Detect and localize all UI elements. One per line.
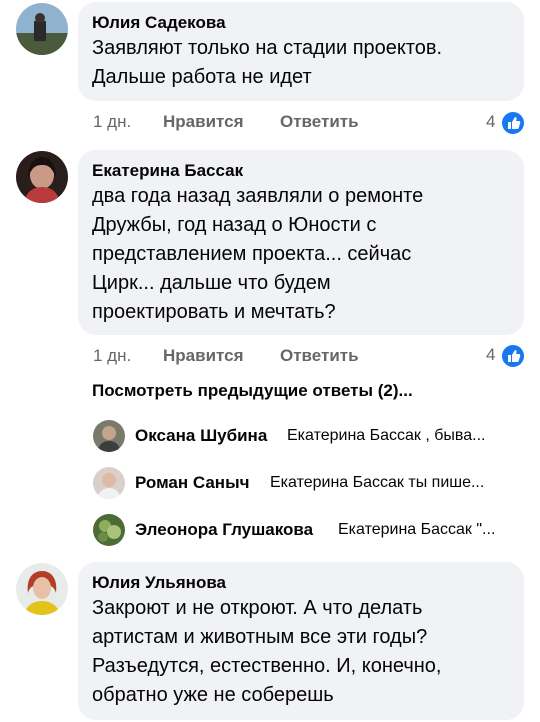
reply-button[interactable]: Ответить: [280, 346, 359, 366]
reaction-count[interactable]: 4: [486, 110, 526, 136]
comment-text: Разъедутся, естественно. И, конечно,: [92, 655, 442, 677]
comment-text: Цирк... дальше что будем: [92, 272, 331, 294]
comment-author[interactable]: Юлия Ульянова: [92, 572, 510, 594]
comment-bubble: Юлия Садекова Заявляют только на стадии …: [78, 2, 524, 101]
comment-text: Дружбы, год назад о Юности с: [92, 214, 377, 236]
avatar[interactable]: [16, 151, 68, 203]
comment-text: проектировать и мечтать?: [92, 301, 336, 323]
avatar[interactable]: [93, 420, 125, 452]
avatar[interactable]: [16, 3, 68, 55]
comment-text: Заявляют только на стадии проектов.: [92, 37, 443, 59]
reply-author[interactable]: Роман Саныч: [135, 473, 249, 493]
like-button[interactable]: Нравится: [163, 346, 244, 366]
reply-preview: Екатерина Бассак , быва...: [287, 427, 486, 444]
reply-preview: Екатерина Бассак ты пише...: [270, 474, 485, 491]
reply-author[interactable]: Оксана Шубина: [135, 426, 267, 446]
reply-row[interactable]: Оксана Шубина Екатерина Бассак , быва...: [93, 418, 523, 454]
reply-preview: Екатерина Бассак "...: [338, 521, 496, 538]
avatar[interactable]: [93, 514, 125, 546]
comment-text: представлением проекта... сейчас: [92, 243, 412, 265]
reply-row[interactable]: Роман Саныч Екатерина Бассак ты пише...: [93, 465, 523, 501]
reaction-count-label: 4: [486, 345, 496, 364]
timestamp[interactable]: 1 дн.: [93, 346, 131, 366]
comment-author[interactable]: Екатерина Бассак: [92, 160, 510, 182]
comment-bubble: Юлия Ульянова Закроют и не откроют. А чт…: [78, 562, 524, 720]
reply-author[interactable]: Элеонора Глушакова: [135, 520, 313, 540]
reaction-count[interactable]: 4: [486, 343, 526, 369]
like-button[interactable]: Нравится: [163, 112, 244, 132]
comment-text: артистам и животным все эти годы?: [92, 626, 428, 648]
thumbs-up-icon: [500, 110, 526, 136]
comment-text: обратно уже не соберешь: [92, 684, 334, 706]
comment-bubble: Екатерина Бассак два года назад заявляли…: [78, 150, 524, 335]
avatar[interactable]: [93, 467, 125, 499]
comment-text: Закроют и не откроют. А что делать: [92, 597, 423, 619]
comment-author[interactable]: Юлия Садекова: [92, 12, 510, 34]
reaction-count-label: 4: [486, 112, 496, 131]
view-previous-replies-link[interactable]: Посмотреть предыдущие ответы (2)...: [92, 381, 413, 401]
reply-row[interactable]: Элеонора Глушакова Екатерина Бассак "...: [93, 512, 523, 548]
comment-text: два года назад заявляли о ремонте: [92, 185, 424, 207]
avatar[interactable]: [16, 563, 68, 615]
comment-text: Дальше работа не идет: [92, 66, 312, 88]
thumbs-up-icon: [500, 343, 526, 369]
reply-button[interactable]: Ответить: [280, 112, 359, 132]
timestamp[interactable]: 1 дн.: [93, 112, 131, 132]
